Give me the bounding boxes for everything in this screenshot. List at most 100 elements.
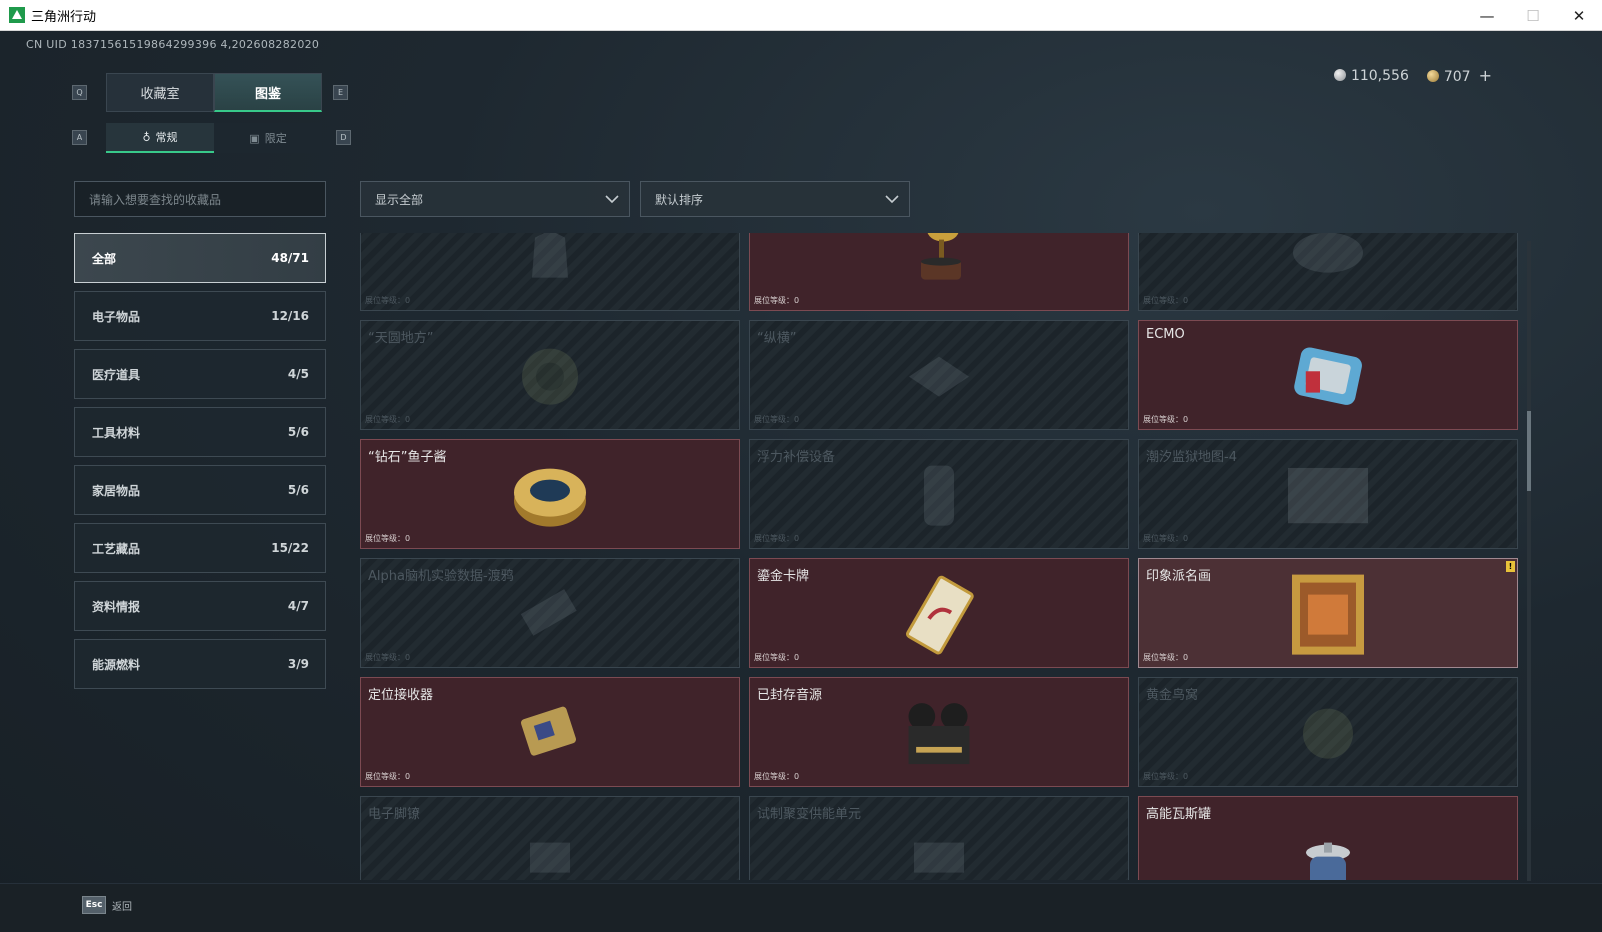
- item-card[interactable]: “天圆地方” 展位等级：0: [360, 320, 740, 430]
- item-name: ECMO: [1146, 327, 1185, 342]
- tab-regular[interactable]: ♁ 常规: [106, 123, 214, 153]
- item-name: “纵横”: [757, 331, 797, 346]
- chevron-down-icon: [885, 195, 899, 204]
- item-grid: 展位等级：0 展位等级：0 展位等级：0 “天圆地方” 展位等级：0 “纵横”: [360, 233, 1518, 880]
- gold-amount: 707: [1443, 69, 1471, 85]
- item-card[interactable]: ! 印象派名画 展位等级：0: [1138, 558, 1518, 668]
- category-count: 4/7: [287, 599, 309, 613]
- tab-collection-room[interactable]: 收藏室: [106, 73, 214, 112]
- map-icon: [1288, 456, 1368, 536]
- chevron-down-icon: [605, 195, 619, 204]
- main-tabs: 收藏室 图鉴: [106, 73, 322, 112]
- filter-dropdown[interactable]: 显示全部: [360, 181, 630, 217]
- bcd-icon: [899, 456, 979, 536]
- tab-limited-label: 限定: [264, 132, 287, 145]
- item-name: 高能瓦斯罐: [1146, 807, 1212, 822]
- fusion-unit-icon: [899, 813, 979, 880]
- item-card[interactable]: 电子脚镣 展位等级：0: [360, 796, 740, 880]
- item-card[interactable]: 已封存音源 展位等级：0: [749, 677, 1129, 787]
- sort-dropdown[interactable]: 默认排序: [640, 181, 910, 217]
- item-name: 试制聚变供能单元: [757, 807, 862, 822]
- window-title: 三角洲行动: [31, 9, 97, 25]
- gold-currency[interactable]: 707 +: [1426, 66, 1492, 85]
- category-electronics[interactable]: 电子物品 12/16: [74, 291, 326, 341]
- item-level: 展位等级：0: [365, 653, 411, 662]
- item-card[interactable]: ECMO 展位等级：0: [1138, 320, 1518, 430]
- caviar-tin-icon: [510, 456, 590, 536]
- category-label: 工具材料: [92, 425, 141, 440]
- category-crafts[interactable]: 工艺藏品 15/22: [74, 523, 326, 573]
- item-card[interactable]: 展位等级：0: [1138, 233, 1518, 311]
- item-name: 定位接收器: [368, 688, 434, 703]
- item-level: 展位等级：0: [754, 772, 800, 781]
- maximize-button[interactable]: ☐: [1510, 0, 1556, 31]
- item-card[interactable]: 展位等级：0: [749, 233, 1129, 311]
- item-card[interactable]: 试制聚变供能单元 展位等级：0: [749, 796, 1129, 880]
- category-count: 12/16: [271, 309, 309, 323]
- scrollbar-thumb[interactable]: [1527, 411, 1531, 491]
- item-card[interactable]: 高能瓦斯罐 展位等级：0: [1138, 796, 1518, 880]
- item-level: 展位等级：0: [1143, 415, 1189, 424]
- item-level: 展位等级：0: [1143, 534, 1189, 543]
- receiver-icon: [510, 694, 590, 774]
- item-card[interactable]: 黄金鸟窝 展位等级：0: [1138, 677, 1518, 787]
- ankle-monitor-icon: [510, 813, 590, 880]
- silver-coin-icon: [1333, 68, 1346, 81]
- search-input[interactable]: 请输入想要查找的收藏品: [74, 181, 326, 217]
- category-energy[interactable]: 能源燃料 3/9: [74, 639, 326, 689]
- key-hint-e: E: [333, 85, 348, 100]
- item-card[interactable]: 鎏金卡牌 展位等级：0: [749, 558, 1129, 668]
- tab-limited[interactable]: ▣ 限定: [214, 123, 322, 153]
- category-label: 资料情报: [92, 599, 141, 614]
- item-level: 展位等级：0: [365, 296, 411, 305]
- item-card[interactable]: “纵横” 展位等级：0: [749, 320, 1129, 430]
- item-level: 展位等级：0: [365, 415, 411, 424]
- add-currency-icon[interactable]: +: [1479, 66, 1492, 85]
- window-titlebar: 三角洲行动 — ☐ ✕: [0, 0, 1602, 31]
- item-name: 印象派名画: [1146, 569, 1212, 584]
- category-label: 能源燃料: [92, 657, 141, 672]
- category-label: 电子物品: [92, 309, 141, 324]
- compass-icon: [510, 337, 590, 417]
- item-card[interactable]: Alpha脑机实验数据-渡鸦 展位等级：0: [360, 558, 740, 668]
- category-intel[interactable]: 资料情报 4/7: [74, 581, 326, 631]
- item-name: 黄金鸟窝: [1146, 688, 1199, 703]
- image-icon: ▣: [249, 131, 260, 145]
- item-card[interactable]: “钻石”鱼子酱 展位等级：0: [360, 439, 740, 549]
- app-logo-icon: [9, 7, 25, 23]
- back-button[interactable]: Esc 返回: [82, 896, 132, 914]
- item-level: 展位等级：0: [1143, 296, 1189, 305]
- ecmo-icon: [1288, 337, 1368, 417]
- minimize-button[interactable]: —: [1464, 0, 1510, 31]
- close-button[interactable]: ✕: [1556, 0, 1602, 31]
- collection-grid: 展位等级：0 展位等级：0 展位等级：0 “天圆地方” 展位等级：0 “纵横”: [360, 233, 1520, 880]
- item-name: 已封存音源: [757, 688, 823, 703]
- category-medical[interactable]: 医疗道具 4/5: [74, 349, 326, 399]
- item-level: 展位等级：0: [1143, 653, 1189, 662]
- grid-scrollbar[interactable]: [1527, 241, 1531, 881]
- item-level: 展位等级：0: [754, 653, 800, 662]
- item-level: 展位等级：0: [754, 534, 800, 543]
- item-card[interactable]: 定位接收器 展位等级：0: [360, 677, 740, 787]
- category-label: 家居物品: [92, 483, 141, 498]
- item-card[interactable]: 浮力补偿设备 展位等级：0: [749, 439, 1129, 549]
- item-name: “天圆地方”: [368, 331, 434, 346]
- category-all[interactable]: 全部 48/71: [74, 233, 326, 283]
- bowl-icon: [1288, 233, 1368, 298]
- category-count: 48/71: [271, 251, 309, 265]
- tab-catalog[interactable]: 图鉴: [214, 73, 322, 112]
- item-level: 展位等级：0: [365, 534, 411, 543]
- category-label: 工艺藏品: [92, 541, 141, 556]
- silver-currency: 110,556: [1333, 68, 1409, 84]
- category-household[interactable]: 家居物品 5/6: [74, 465, 326, 515]
- category-tools[interactable]: 工具材料 5/6: [74, 407, 326, 457]
- item-level: 展位等级：0: [365, 772, 411, 781]
- item-card[interactable]: 潮汐监狱地图-4 展位等级：0: [1138, 439, 1518, 549]
- item-card[interactable]: 展位等级：0: [360, 233, 740, 311]
- bird-nest-icon: [1288, 694, 1368, 774]
- sort-dropdown-value: 默认排序: [655, 192, 704, 207]
- filter-dropdown-value: 显示全部: [375, 192, 424, 207]
- game-viewport: CN UID 18371561519864299396 4,2026082820…: [0, 31, 1602, 932]
- tab-regular-label: 常规: [155, 131, 178, 144]
- player-uid: CN UID 18371561519864299396 4,2026082820…: [26, 38, 320, 51]
